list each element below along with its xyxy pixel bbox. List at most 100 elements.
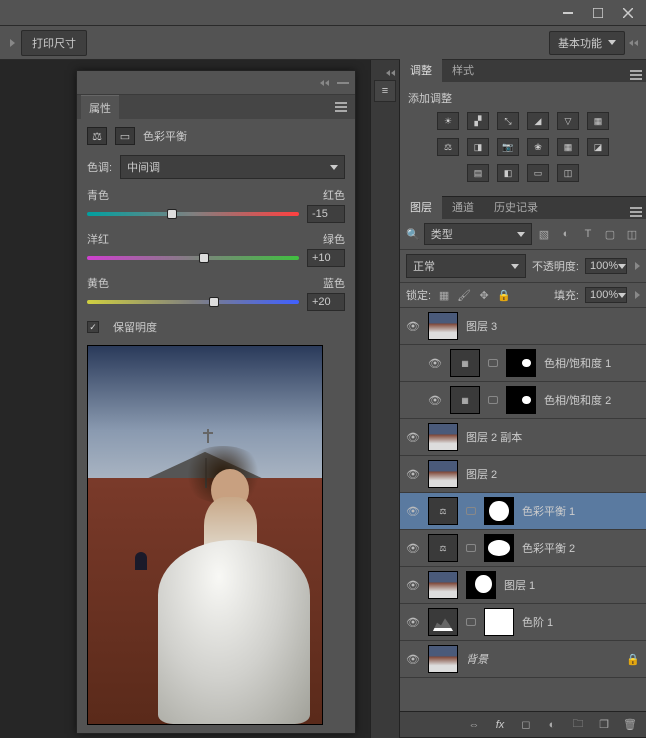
posterize-icon[interactable]: ▤: [467, 164, 489, 182]
lock-all-icon[interactable]: 🔒: [497, 288, 511, 302]
layer-row[interactable]: 👁 图层 2: [400, 456, 646, 493]
blend-mode-select[interactable]: 正常: [406, 254, 526, 278]
levels-icon[interactable]: ▞: [467, 112, 489, 130]
styles-tab[interactable]: 样式: [442, 58, 484, 82]
panel-menu-button[interactable]: [626, 68, 646, 82]
preserve-luminosity-checkbox[interactable]: [87, 321, 99, 333]
filter-smart-icon[interactable]: ◫: [624, 227, 640, 241]
layer-mask-thumbnail[interactable]: [506, 386, 536, 414]
photo-filter-icon[interactable]: 📷: [497, 138, 519, 156]
slider-value-input[interactable]: +20: [307, 293, 345, 311]
adjustment-thumbnail[interactable]: ⚖: [428, 497, 458, 525]
filter-type-select[interactable]: 类型: [424, 223, 532, 245]
lock-transparency-icon[interactable]: ▦: [437, 288, 451, 302]
chevron-right-icon[interactable]: [10, 39, 15, 47]
delete-layer-icon[interactable]: 🗑: [622, 717, 638, 733]
workspace-dropdown[interactable]: 基本功能: [549, 31, 625, 55]
selective-icon[interactable]: ◫: [557, 164, 579, 182]
visibility-toggle[interactable]: 👁: [406, 652, 420, 666]
visibility-toggle[interactable]: 👁: [406, 541, 420, 555]
lookup-icon[interactable]: ▦: [557, 138, 579, 156]
lock-position-icon[interactable]: ✥: [477, 288, 491, 302]
layer-mask-thumbnail[interactable]: [484, 608, 514, 636]
threshold-icon[interactable]: ◧: [497, 164, 519, 182]
fill-input[interactable]: 100%: [585, 287, 627, 303]
new-group-icon[interactable]: 🗀: [570, 717, 586, 733]
layer-name[interactable]: 图层 3: [466, 318, 640, 334]
visibility-toggle[interactable]: 👁: [406, 615, 420, 629]
tone-select[interactable]: 中间调: [120, 155, 345, 179]
strip-button[interactable]: ≡: [374, 80, 396, 102]
layer-thumbnail[interactable]: [428, 423, 458, 451]
layer-thumbnail[interactable]: [428, 312, 458, 340]
link-icon[interactable]: [488, 359, 498, 367]
layer-fx-icon[interactable]: fx: [492, 717, 508, 733]
layer-name[interactable]: 图层 2 副本: [466, 429, 640, 445]
channels-tab[interactable]: 通道: [442, 195, 484, 219]
balance-icon[interactable]: ⚖: [437, 138, 459, 156]
bw-icon[interactable]: ◨: [467, 138, 489, 156]
slider-value-input[interactable]: +10: [307, 249, 345, 267]
layer-name[interactable]: 图层 2: [466, 466, 640, 482]
panel-menu-button[interactable]: [626, 205, 646, 219]
layer-row[interactable]: 👁 图层 2 副本: [400, 419, 646, 456]
layer-name[interactable]: 色阶 1: [522, 614, 640, 630]
expand-icon[interactable]: [386, 70, 395, 76]
layer-name[interactable]: 图层 1: [504, 577, 640, 593]
visibility-toggle[interactable]: 👁: [406, 504, 420, 518]
layer-row[interactable]: 👁 图层 1: [400, 567, 646, 604]
link-icon[interactable]: [466, 618, 476, 626]
new-layer-icon[interactable]: ❐: [596, 717, 612, 733]
layer-mask-thumbnail[interactable]: [506, 349, 536, 377]
adjustment-thumbnail[interactable]: ▦: [450, 349, 480, 377]
layer-mask-thumbnail[interactable]: [484, 497, 514, 525]
adjustments-tab[interactable]: 调整: [400, 58, 442, 82]
layer-thumbnail[interactable]: [428, 645, 458, 673]
layer-row[interactable]: 👁 ▦ 色相/饱和度 2: [400, 382, 646, 419]
layer-name[interactable]: 色彩平衡 2: [522, 540, 640, 556]
layer-row[interactable]: 👁 色阶 1: [400, 604, 646, 641]
layers-tab[interactable]: 图层: [400, 195, 442, 219]
curves-icon[interactable]: ⤡: [497, 112, 519, 130]
lock-pixels-icon[interactable]: 🖌: [457, 288, 471, 302]
link-icon[interactable]: [488, 396, 498, 404]
invert-icon[interactable]: ◪: [587, 138, 609, 156]
new-fill-icon[interactable]: ◐: [544, 717, 560, 733]
properties-tab[interactable]: 属性: [81, 95, 119, 120]
adjustment-thumbnail[interactable]: ⚖: [428, 534, 458, 562]
layer-name[interactable]: 色彩平衡 1: [522, 503, 640, 519]
filter-shape-icon[interactable]: ▢: [602, 227, 618, 241]
close-button[interactable]: [614, 4, 642, 22]
layer-name[interactable]: 色相/饱和度 2: [544, 392, 640, 408]
layer-name[interactable]: 背景: [466, 651, 618, 667]
hue-icon[interactable]: ▦: [587, 112, 609, 130]
visibility-toggle[interactable]: 👁: [406, 578, 420, 592]
visibility-toggle[interactable]: 👁: [428, 356, 442, 370]
gradient-map-icon[interactable]: ▭: [527, 164, 549, 182]
history-tab[interactable]: 历史记录: [484, 195, 548, 219]
panel-minimize-icon[interactable]: [337, 82, 349, 84]
color-slider[interactable]: [87, 253, 299, 263]
brightness-icon[interactable]: ☀: [437, 112, 459, 130]
filter-pixel-icon[interactable]: ▧: [536, 227, 552, 241]
layer-mask-thumbnail[interactable]: [466, 571, 496, 599]
collapse-panels-button[interactable]: [629, 40, 638, 46]
panel-menu-button[interactable]: [331, 100, 351, 114]
minimize-button[interactable]: [554, 4, 582, 22]
layer-mask-thumbnail[interactable]: [484, 534, 514, 562]
filter-adjust-icon[interactable]: ◐: [558, 227, 574, 241]
link-icon[interactable]: [466, 507, 476, 515]
link-layers-icon[interactable]: ⇔: [466, 717, 482, 733]
filter-type-icon[interactable]: T: [580, 227, 596, 241]
adjustment-thumbnail[interactable]: ▦: [450, 386, 480, 414]
adjustment-thumbnail[interactable]: [428, 608, 458, 636]
visibility-toggle[interactable]: 👁: [406, 467, 420, 481]
link-icon[interactable]: [466, 544, 476, 552]
layer-row[interactable]: 👁 图层 3: [400, 308, 646, 345]
layer-name[interactable]: 色相/饱和度 1: [544, 355, 640, 371]
print-size-button[interactable]: 打印尺寸: [21, 30, 87, 56]
color-slider[interactable]: [87, 209, 299, 219]
visibility-toggle[interactable]: 👁: [406, 430, 420, 444]
opacity-input[interactable]: 100%: [585, 258, 627, 274]
collapse-icon[interactable]: [320, 80, 329, 86]
